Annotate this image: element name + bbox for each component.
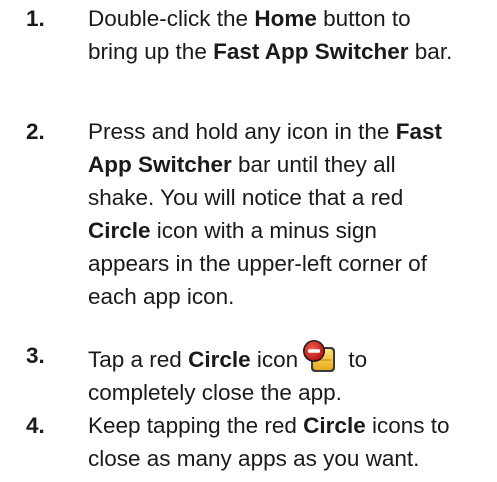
text-run: bring up the <box>88 39 214 64</box>
step-line: close as many apps as you want. <box>88 442 488 475</box>
step-line: completely close the app. <box>88 376 488 409</box>
step-text: Press and hold any icon in the Fast App … <box>88 115 488 313</box>
bold-term-home: Home <box>254 6 317 31</box>
step-text: Keep tapping the red Circle icons to clo… <box>88 409 488 475</box>
step-line: shake. You will notice that a red <box>88 181 488 214</box>
text-run: shake. You will notice that a red <box>88 185 404 210</box>
bold-term-fast-app-switcher: Fast App Switcher <box>213 39 409 64</box>
step-line: App Switcher bar until they all <box>88 148 488 181</box>
text-run: appears in the upper-left corner of <box>88 251 427 276</box>
text-run: button to <box>316 6 411 31</box>
text-run: Press and hold any icon in the <box>88 119 396 144</box>
text-run: bar until they all <box>231 152 396 177</box>
step-line: each app icon. <box>88 280 488 313</box>
text-run: bar. <box>408 39 453 64</box>
bold-term-fast: Fast <box>395 119 442 144</box>
step-line: bring up the Fast App Switcher bar. <box>88 35 488 68</box>
step-text: Tap a red Circle icon to completely clos… <box>88 339 488 409</box>
bold-term-circle: Circle <box>88 218 151 243</box>
step-line: Double-click the Home button to <box>88 2 488 35</box>
text-run: icon <box>250 347 299 372</box>
step-number: 2. <box>26 119 45 144</box>
text-run: icons to <box>365 413 450 438</box>
text-run: completely close the app. <box>88 380 342 405</box>
step-line: Circle icon with a minus sign <box>88 214 488 247</box>
text-run: Tap a red <box>88 347 189 372</box>
step-line: Keep tapping the red Circle icons to <box>88 409 488 442</box>
text-run: to <box>342 347 368 372</box>
step-text: Double-click the Home button to bring up… <box>88 2 488 68</box>
text-run: each app icon. <box>88 284 235 309</box>
bold-term-circle: Circle <box>303 413 366 438</box>
text-run: icon with a minus sign <box>150 218 377 243</box>
bold-term-circle: Circle <box>188 347 251 372</box>
step-number: 1. <box>26 6 45 31</box>
step-line: Press and hold any icon in the Fast <box>88 115 488 148</box>
step-line: appears in the upper-left corner of <box>88 247 488 280</box>
text-run: Double-click the <box>88 6 255 31</box>
step-number: 4. <box>26 413 45 438</box>
step-number: 3. <box>26 343 45 368</box>
red-circle-minus-close-icon <box>302 339 336 373</box>
step-line: Tap a red Circle icon to <box>88 339 488 376</box>
text-run: Keep tapping the red <box>88 413 304 438</box>
text-run: close as many apps as you want. <box>88 446 420 471</box>
bold-term-app-switcher: App Switcher <box>88 152 232 177</box>
